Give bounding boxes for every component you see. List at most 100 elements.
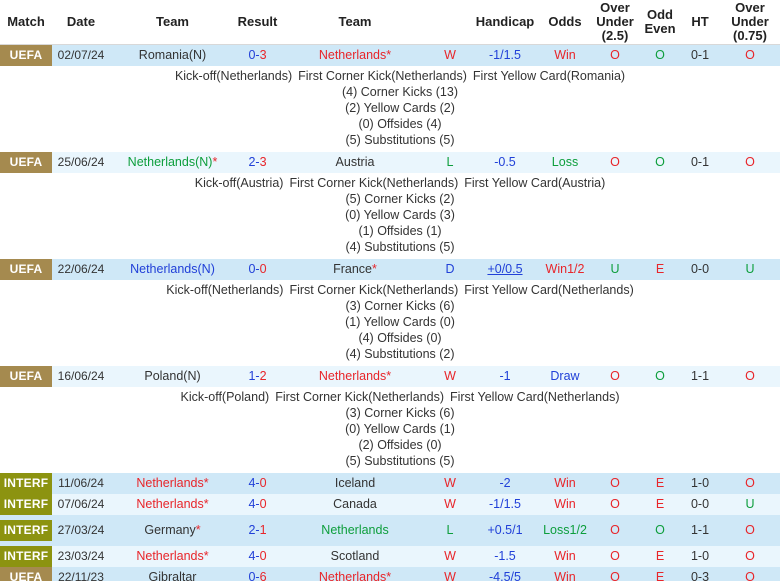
- table-row[interactable]: UEFA EURO 22/06/24 Netherlands(N) 0-0 France…: [0, 258, 780, 297]
- match-stats-block: Kick-off(Netherlands) First Corner Kick(N…: [0, 68, 780, 148]
- odd-even-value-text: E: [655, 261, 665, 276]
- column-header-line: Over: [600, 0, 630, 15]
- team-away-name: Iceland: [334, 475, 376, 490]
- first-yellow-card-event: First Yellow Card(Romania): [472, 68, 626, 83]
- score-away: 0: [259, 261, 267, 276]
- team-home[interactable]: Netherlands(N)*: [110, 151, 235, 173]
- status-badge: UEFA EURO: [0, 151, 52, 190]
- match-stats-cell: Kick-off(Poland) First Corner Kick(Nether…: [0, 386, 780, 473]
- team-home[interactable]: Netherlands(N): [110, 258, 235, 280]
- over-under-075-value: O: [720, 514, 780, 546]
- team-away[interactable]: France*: [280, 258, 430, 280]
- match-stats-row: Kick-off(Netherlands) First Corner Kick(N…: [0, 279, 780, 366]
- over-under-25-value-text: O: [610, 475, 620, 490]
- handicap-value: -1.5: [470, 545, 540, 567]
- competition-badge-cell[interactable]: UEFA EURO: [0, 151, 52, 190]
- match-date: 11/06/24: [52, 472, 110, 494]
- competition-badge-cell[interactable]: INTERF: [0, 472, 52, 494]
- odds-value-text: Win: [554, 496, 576, 511]
- handicap-value-text: +0/0.5: [487, 261, 523, 276]
- result-indicator-text: D: [445, 261, 455, 276]
- over-under-075-value-text: O: [745, 522, 755, 537]
- team-away[interactable]: Netherlands*: [280, 566, 430, 581]
- team-away[interactable]: Austria: [280, 151, 430, 173]
- over-under-25-value-text: O: [610, 522, 620, 537]
- team-away[interactable]: Canada: [280, 493, 430, 515]
- home-advantage-star-icon: *: [386, 47, 392, 62]
- team-home[interactable]: Netherlands*: [110, 545, 235, 567]
- home-advantage-star-icon: *: [386, 368, 392, 383]
- first-corner-event: First Corner Kick(Netherlands): [289, 282, 459, 297]
- halftime-score-text: 0-1: [690, 47, 710, 62]
- competition-badge-cell[interactable]: UEFA EURO: [0, 258, 52, 297]
- table-row[interactable]: INTERF 23/03/24 Netherlands* 4-0 Scotland W -1…: [0, 545, 780, 567]
- table-row[interactable]: UEFA EURO 16/06/24 Poland(N) 1-2 Netherlands…: [0, 365, 780, 404]
- over-under-25-value: O: [590, 566, 640, 581]
- team-away[interactable]: Iceland: [280, 472, 430, 494]
- competition-badge-cell[interactable]: UEFA EURO: [0, 365, 52, 404]
- team-home[interactable]: Netherlands*: [110, 493, 235, 515]
- match-stat-line: (1) Yellow Cards (0): [345, 314, 455, 329]
- handicap-value: -1: [470, 365, 540, 387]
- table-row[interactable]: UEFA EURO 25/06/24 Netherlands(N)* 2-3 Austr…: [0, 151, 780, 190]
- table-row[interactable]: INTERF 27/03/24 Germany* 2-1 Netherlands L +0.…: [0, 514, 780, 546]
- over-under-075-value-text: O: [745, 47, 755, 62]
- table-row[interactable]: UEFA EURO 02/07/24 Romania(N) 0-3 Netherland…: [0, 44, 780, 83]
- odd-even-value-text: O: [655, 368, 665, 383]
- handicap-value: +0/0.5: [470, 258, 540, 280]
- team-home[interactable]: Germany*: [110, 514, 235, 546]
- team-away[interactable]: Netherlands*: [280, 44, 430, 66]
- handicap-value-text: -1.5: [494, 548, 516, 563]
- odd-even-value-text: E: [655, 548, 665, 563]
- handicap-value: -1/1.5: [470, 493, 540, 515]
- column-header-date: Date: [52, 0, 110, 45]
- over-under-075-value: O: [720, 151, 780, 173]
- odds-value: Win: [540, 44, 590, 66]
- match-score: 0-3: [235, 44, 280, 66]
- match-stats-block: Kick-off(Netherlands) First Corner Kick(N…: [0, 282, 780, 362]
- status-badge: UEFA EURO: [0, 258, 52, 297]
- team-home[interactable]: Gibraltar: [110, 566, 235, 581]
- over-under-075-value-text: O: [745, 475, 755, 490]
- odds-value: Loss: [540, 151, 590, 173]
- column-header-odd_even: Odd Even: [640, 0, 680, 45]
- competition-badge-cell[interactable]: INTERF: [0, 514, 52, 546]
- over-under-075-value: O: [720, 566, 780, 581]
- result-indicator: W: [430, 44, 470, 66]
- column-header-odds: Odds: [540, 0, 590, 45]
- team-away[interactable]: Netherlands: [280, 514, 430, 546]
- table-row[interactable]: UEFA EURO22/11/23Gibraltar0-6Netherlands…: [0, 566, 780, 581]
- over-under-25-value: U: [590, 258, 640, 280]
- score-away: 3: [259, 154, 267, 169]
- match-date: 23/03/24: [52, 545, 110, 567]
- column-header-match: Match: [0, 0, 52, 45]
- column-header-line: Under: [596, 13, 634, 29]
- over-under-25-value: O: [590, 44, 640, 66]
- team-home[interactable]: Poland(N): [110, 365, 235, 387]
- halftime-score-text: 1-0: [690, 548, 710, 563]
- table-row[interactable]: INTERF 11/06/24 Netherlands* 4-0 Iceland W -2 W…: [0, 472, 780, 494]
- match-events-line: Kick-off(Netherlands) First Corner Kick(N…: [20, 68, 780, 84]
- odds-value: Draw: [540, 365, 590, 387]
- odd-even-value-text: O: [655, 154, 665, 169]
- match-stats-row: Kick-off(Austria) First Corner Kick(Nethe…: [0, 172, 780, 259]
- status-badge: UEFA EURO: [0, 566, 52, 581]
- competition-badge-cell[interactable]: INTERF: [0, 493, 52, 515]
- table-row[interactable]: INTERF 07/06/24 Netherlands* 4-0 Canada W -1/1…: [0, 493, 780, 515]
- column-header-line: Odd: [647, 6, 673, 22]
- competition-badge-cell[interactable]: UEFA EURO: [0, 44, 52, 83]
- result-indicator: L: [430, 151, 470, 173]
- competition-badge-cell[interactable]: INTERF: [0, 545, 52, 567]
- home-advantage-star-icon: *: [372, 261, 377, 276]
- column-header-line: Under: [731, 13, 769, 29]
- odds-value-text: Win: [554, 475, 576, 490]
- team-away[interactable]: Scotland: [280, 545, 430, 567]
- over-under-075-value: U: [720, 258, 780, 280]
- team-home[interactable]: Netherlands*: [110, 472, 235, 494]
- result-indicator: W: [430, 365, 470, 387]
- team-away[interactable]: Netherlands*: [280, 365, 430, 387]
- competition-badge-cell[interactable]: UEFA EURO: [0, 566, 52, 581]
- team-home-name: Germany: [144, 522, 196, 537]
- over-under-075-value-text: O: [745, 154, 755, 169]
- team-home[interactable]: Romania(N): [110, 44, 235, 66]
